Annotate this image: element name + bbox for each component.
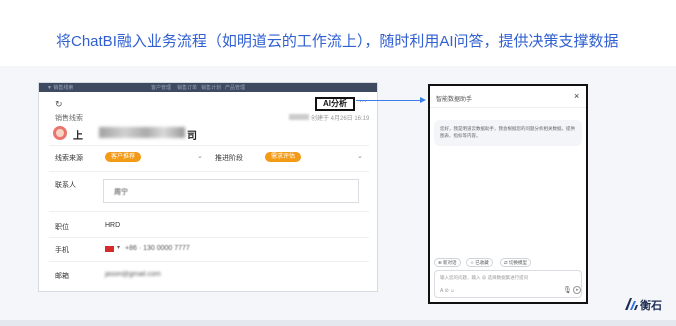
divider <box>49 211 369 212</box>
nav-item[interactable]: 销售计划 <box>201 84 221 91</box>
panel-title: 智能数据助手 <box>436 97 473 103</box>
caret-down-icon[interactable]: ▾ <box>117 244 120 251</box>
divider <box>430 107 586 108</box>
chevron-down-icon[interactable]: ⌄ <box>197 152 203 160</box>
email-label: 邮箱 <box>55 273 69 280</box>
contact-label: 联系人 <box>55 182 76 189</box>
source-tag[interactable]: 客户推荐 <box>105 152 142 162</box>
china-flag-icon <box>105 246 114 252</box>
stage-tag[interactable]: 需求评估 <box>265 152 302 162</box>
record-title-suffix: 司 <box>187 131 197 142</box>
stage-label: 推进阶段 <box>215 155 243 162</box>
question-input[interactable]: 输入您的问题，输入 @ 选择数据集进行提问 A ⊘ ☺ 🎙 ➤ <box>434 270 582 298</box>
avatar <box>53 126 67 140</box>
contact-field[interactable]: 周宁 <box>103 179 359 203</box>
slide-title: 将ChatBI融入业务流程（如明道云的工作流上），随时利用AI问答，提供决策支撑… <box>56 33 619 50</box>
record-title-redacted <box>99 127 185 138</box>
record-title-prefix: 上 <box>73 131 83 142</box>
phone-label: 手机 <box>55 247 69 254</box>
send-icon[interactable]: ➤ <box>573 286 581 294</box>
connector-arrow-line <box>356 100 424 101</box>
email-value: jason@gmail.com <box>105 271 161 278</box>
slide-bottom-band <box>0 320 676 326</box>
question-input-placeholder: 输入您的问题，输入 @ 选择数据集进行提问 <box>440 275 529 280</box>
nav-item[interactable]: 销售订单 <box>177 84 197 91</box>
ai-analysis-button[interactable]: AI分析 <box>315 97 355 111</box>
data-assistant-panel: 智能数据助手 × 您好，我是明道云数据助手，我会根据您的问题分析相关数据，提供图… <box>428 84 588 304</box>
favorites-button[interactable]: ☆ 已收藏 <box>466 258 493 267</box>
arrow-right-icon <box>420 97 426 103</box>
crm-record-window: ▼ 销售线索 客户管理 销售订单 销售计划 产品管理 ↻ 销售线索 上 司 AI… <box>38 82 378 292</box>
more-icon[interactable]: ··· <box>359 97 367 106</box>
created-meta: 创建于 4月26日 16:19 <box>311 116 370 122</box>
owner-redacted <box>289 114 309 120</box>
greeting-message: 您好，我是明道云数据助手，我会根据您的问题分析相关数据，提供图表、指标等内容。 <box>434 120 582 146</box>
switch-model-button[interactable]: ⇄ 切换模型 <box>500 258 532 267</box>
close-icon[interactable]: × <box>574 91 579 101</box>
contact-value: 周宁 <box>114 189 128 196</box>
divider <box>49 145 369 146</box>
nav-item[interactable]: 客户管理 <box>151 84 171 91</box>
divider <box>49 171 369 172</box>
refresh-icon[interactable]: ↻ <box>55 99 63 110</box>
new-chat-button[interactable]: ⊕ 新对话 <box>434 258 461 267</box>
record-title: 上 <box>73 127 83 142</box>
nav-item[interactable]: ▼ 销售线索 <box>47 84 73 91</box>
nav-item[interactable]: 产品管理 <box>225 84 245 91</box>
divider <box>49 237 369 238</box>
microphone-icon[interactable]: 🎙 <box>563 286 572 294</box>
hengshi-logo-icon <box>625 298 638 310</box>
input-tools-icons[interactable]: A ⊘ ☺ <box>440 288 455 294</box>
crm-top-nav: ▼ 销售线索 客户管理 销售订单 销售计划 产品管理 <box>39 83 377 92</box>
position-value: HRD <box>105 222 121 229</box>
brand-name: 衡石 <box>640 300 662 312</box>
source-label: 线索来源 <box>55 155 83 162</box>
position-label: 职位 <box>55 224 69 231</box>
chevron-down-icon[interactable]: ⌄ <box>357 152 363 160</box>
phone-value: +86 · 130 0000 7777 <box>125 245 190 252</box>
divider <box>49 261 369 262</box>
breadcrumb[interactable]: 销售线索 <box>55 113 83 123</box>
